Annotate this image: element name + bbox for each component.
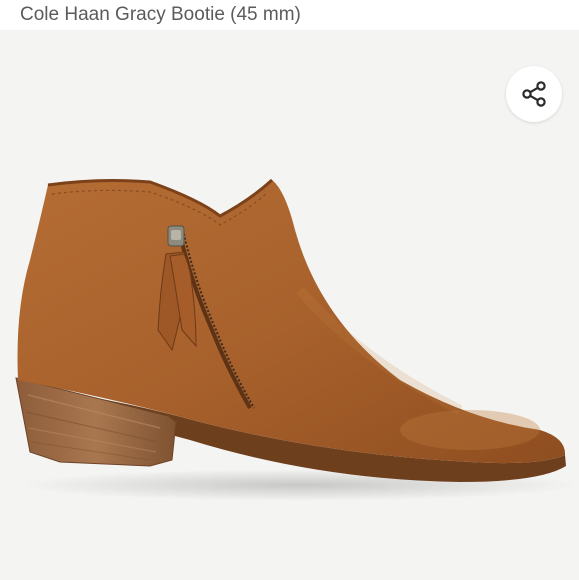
product-page: Cole Haan Gracy Bootie (45 mm) — [0, 0, 579, 580]
share-icon — [522, 81, 546, 107]
title-bar: Cole Haan Gracy Bootie (45 mm) — [0, 0, 579, 30]
boot-photo — [15, 178, 579, 501]
product-title: Cole Haan Gracy Bootie (45 mm) — [20, 4, 301, 25]
product-image-area[interactable] — [0, 30, 579, 580]
share-button[interactable] — [506, 66, 562, 122]
